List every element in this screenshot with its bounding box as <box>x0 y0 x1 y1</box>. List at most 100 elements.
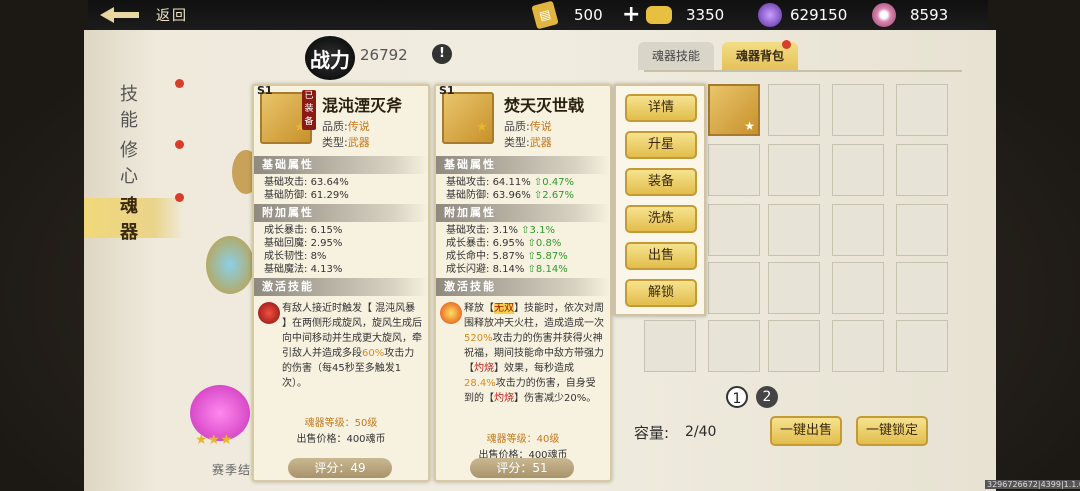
bag-slot[interactable] <box>768 204 820 256</box>
item-price: 出售价格：400魂币 <box>296 434 386 445</box>
bag-slot[interactable] <box>896 320 948 372</box>
gold-ingot-icon <box>646 6 672 24</box>
section-title: 附加属性 <box>436 204 610 222</box>
sidebar-item-cultivation[interactable]: 修心 <box>84 140 184 187</box>
sell-button[interactable]: 出售 <box>625 242 697 270</box>
item-action-menu: 详情 升星 装备 洗炼 出售 解锁 <box>614 84 706 316</box>
bag-slot[interactable] <box>896 204 948 256</box>
game-screen: 返回 ▤ 500 + 3350 629150 8593 技能 修心 魂器 ★★★… <box>0 0 1080 491</box>
skill-description: 有敌人接近时触发【 混沌风暴 】在两侧形成旋风，旋风生成后向中间移动并生成更大旋… <box>254 298 428 391</box>
up-arrow-icon: ⇧ <box>521 225 530 236</box>
bag-slot-halberd[interactable]: ★ <box>708 84 760 136</box>
stat-row: 基础攻击: 64.11% ⇧0.47% <box>446 177 575 188</box>
tab-artifact-skills[interactable]: 魂器技能 <box>638 42 714 70</box>
equip-button[interactable]: 装备 <box>625 168 697 196</box>
stat-row: 基础回魔: 2.95% <box>264 238 343 249</box>
bag-slot[interactable] <box>708 204 760 256</box>
stat-row: 基础攻击: 63.64% <box>264 177 349 188</box>
stat-row: 基础攻击: 3.1% ⇧3.1% <box>446 225 555 236</box>
sidebar-item-soul-artifact[interactable]: 魂器 <box>84 196 184 243</box>
bag-slot[interactable] <box>896 144 948 196</box>
purple-orb-icon <box>758 3 782 27</box>
resource-soul: 629150 <box>758 3 847 27</box>
stars-icon: ★★★ <box>195 432 233 448</box>
bag-slot[interactable] <box>832 320 884 372</box>
resource-gold: 3350 <box>646 4 724 26</box>
bag-slot[interactable] <box>832 204 884 256</box>
bag-slot[interactable] <box>768 262 820 314</box>
bag-slot[interactable] <box>768 320 820 372</box>
ticket-icon: ▤ <box>531 0 559 30</box>
skill-description: 释放【无双】技能时，依次对周围释放冲天火柱，造成造成一次520%攻击力的伤害并获… <box>436 298 610 406</box>
star-icon: ★ <box>476 120 488 135</box>
bag-slot[interactable] <box>832 144 884 196</box>
tab-divider <box>644 70 962 72</box>
bag-slot[interactable] <box>708 262 760 314</box>
notify-dot <box>175 193 184 202</box>
skill-icon <box>258 302 280 324</box>
back-button[interactable]: 返回 <box>100 2 210 28</box>
stat-row: 成长韧性: 8% <box>264 251 327 262</box>
refine-button[interactable]: 洗炼 <box>625 205 697 233</box>
bag-slot[interactable] <box>644 320 696 372</box>
section-title: 附加属性 <box>254 204 428 222</box>
stat-row: 成长命中: 5.87% ⇧5.87% <box>446 251 568 262</box>
section-title: 激活技能 <box>436 278 610 296</box>
warning-icon[interactable]: ! <box>432 44 452 64</box>
bag-slot[interactable] <box>832 262 884 314</box>
equipped-badge: 已装备 <box>302 90 316 130</box>
sidebar-item-skills[interactable]: 技能 <box>84 84 184 131</box>
item-score: 评分：49 <box>288 458 392 478</box>
stat-row: 成长暴击: 6.95% ⇧0.8% <box>446 238 562 249</box>
add-currency-button[interactable]: + <box>622 2 640 27</box>
item-level: 魂器等级：50级 <box>304 418 378 429</box>
notify-dot <box>175 140 184 149</box>
section-title: 激活技能 <box>254 278 428 296</box>
bag-slot[interactable] <box>896 262 948 314</box>
pink-coin-icon <box>872 3 896 27</box>
upgrade-star-button[interactable]: 升星 <box>625 131 697 159</box>
item-quality: 品质:传说 <box>322 120 370 133</box>
stat-row: 成长闪避: 8.14% ⇧8.14% <box>446 264 568 275</box>
stat-row: 成长暴击: 6.15% <box>264 225 343 236</box>
power-value: 26792 <box>360 46 408 64</box>
sell-all-button[interactable]: 一键出售 <box>770 416 842 446</box>
notify-dot <box>175 79 184 88</box>
back-label: 返回 <box>156 8 188 24</box>
bag-slot[interactable] <box>768 144 820 196</box>
section-title: 基础属性 <box>436 156 610 174</box>
equipped-item-card: S1 ★ 已装备 混沌湮灭斧 品质:传说 类型:武器 基础属性 基础攻击: 63… <box>252 84 430 482</box>
unlock-button[interactable]: 解锁 <box>625 279 697 307</box>
slot-tag: S1 <box>257 84 273 97</box>
section-title: 基础属性 <box>254 156 428 174</box>
up-arrow-icon: ⇧ <box>527 251 536 262</box>
slot-portrait[interactable] <box>206 236 254 294</box>
bag-slot[interactable] <box>708 320 760 372</box>
stat-row: 基础防御: 63.96% ⇧2.67% <box>446 190 575 201</box>
details-button[interactable]: 详情 <box>625 94 697 122</box>
stat-row: 基础魔法: 4.13% <box>264 264 343 275</box>
fire-skill-icon <box>440 302 462 324</box>
stat-row: 基础防御: 61.29% <box>264 190 349 201</box>
page-2-button[interactable]: 2 <box>756 386 778 408</box>
lock-all-button[interactable]: 一键锁定 <box>856 416 928 446</box>
halberd-icon <box>442 92 494 144</box>
bag-slot[interactable] <box>768 84 820 136</box>
page-1-button[interactable]: 1 <box>726 386 748 408</box>
capacity-value: 2/40 <box>685 424 717 440</box>
item-name: 混沌湮灭斧 <box>322 96 403 115</box>
up-arrow-icon: ⇧ <box>527 264 536 275</box>
item-type: 类型:武器 <box>322 136 370 149</box>
item-score: 评分：51 <box>470 458 574 478</box>
item-quality: 品质:传说 <box>504 120 552 133</box>
power-label: 战力 <box>305 36 355 80</box>
bag-slot[interactable] <box>896 84 948 136</box>
up-arrow-icon: ⇧ <box>527 238 536 249</box>
star-icon: ★ <box>744 119 755 133</box>
back-arrow-icon <box>100 4 144 26</box>
item-name: 焚天灭世戟 <box>504 96 585 115</box>
bag-slot[interactable] <box>708 144 760 196</box>
item-type: 类型:武器 <box>504 136 552 149</box>
bag-slot[interactable] <box>832 84 884 136</box>
slot-tag: S1 <box>439 84 455 97</box>
